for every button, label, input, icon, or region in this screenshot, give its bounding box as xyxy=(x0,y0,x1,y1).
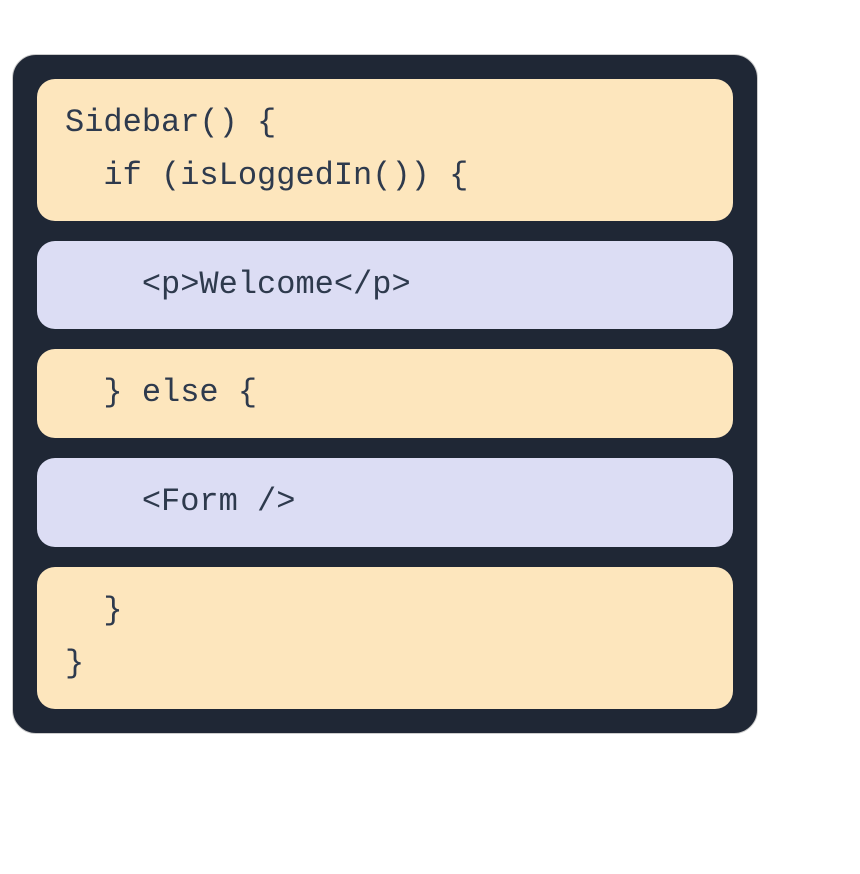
code-block-else: } else { xyxy=(37,349,733,438)
code-block-function-end: } } xyxy=(37,567,733,709)
code-block-function-start: Sidebar() { if (isLoggedIn()) { xyxy=(37,79,733,221)
code-block-welcome: <p>Welcome</p> xyxy=(37,241,733,330)
code-block-form: <Form /> xyxy=(37,458,733,547)
code-diagram-container: Sidebar() { if (isLoggedIn()) { <p>Welco… xyxy=(12,54,758,734)
